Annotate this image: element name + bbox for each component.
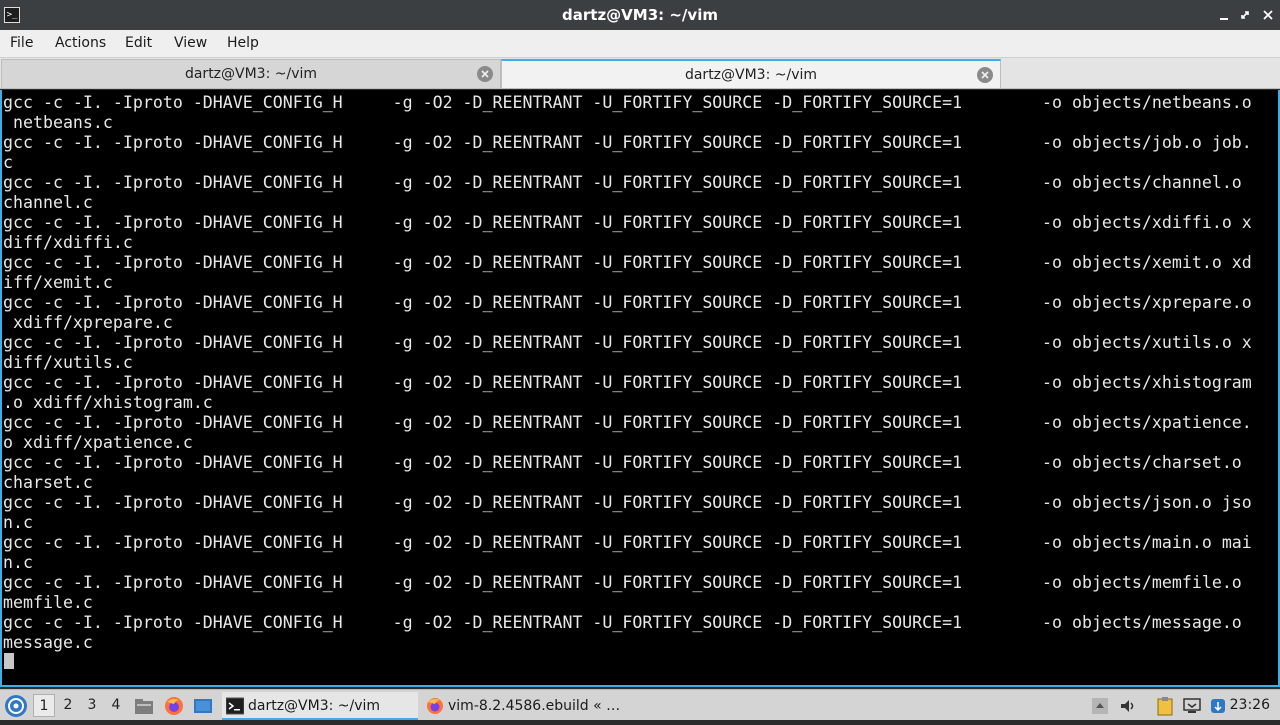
terminal-line: .o xdiff/xhistogram.c bbox=[3, 393, 213, 412]
terminal-line: gcc -c -I. -Iproto -DHAVE_CONFIG_H -g -O… bbox=[3, 213, 1252, 232]
menu-bar: File Actions Edit View Help bbox=[0, 30, 1280, 58]
task-terminal[interactable]: dartz@VM3: ~/vim bbox=[222, 692, 418, 720]
terminal-line: netbeans.c bbox=[3, 113, 113, 132]
terminal-line: iff/xemit.c bbox=[3, 273, 113, 292]
minimize-button[interactable] bbox=[1216, 6, 1232, 24]
clock[interactable]: 23:26 bbox=[1230, 690, 1270, 721]
terminal-line: gcc -c -I. -Iproto -DHAVE_CONFIG_H -g -O… bbox=[3, 533, 1252, 552]
clipboard-icon bbox=[1157, 697, 1173, 716]
tab-terminal-2[interactable]: dartz@VM3: ~/vim bbox=[501, 59, 1001, 88]
workspace-1[interactable]: 1 bbox=[33, 694, 55, 717]
folder-icon bbox=[135, 699, 153, 714]
terminal-line: gcc -c -I. -Iproto -DHAVE_CONFIG_H -g -O… bbox=[3, 93, 1252, 112]
tray-network[interactable] bbox=[1182, 696, 1202, 716]
tab-close-button[interactable] bbox=[977, 67, 993, 83]
close-icon bbox=[981, 71, 989, 79]
start-menu-button[interactable] bbox=[5, 695, 27, 717]
terminal-line: memfile.c bbox=[3, 593, 93, 612]
tray-volume[interactable] bbox=[1118, 696, 1138, 716]
window-title: dartz@VM3: ~/vim bbox=[562, 6, 718, 24]
terminal-line: gcc -c -I. -Iproto -DHAVE_CONFIG_H -g -O… bbox=[3, 493, 1252, 512]
terminal-line: diff/xutils.c bbox=[3, 353, 133, 372]
terminal-lines: gcc -c -I. -Iproto -DHAVE_CONFIG_H -g -O… bbox=[3, 93, 1252, 653]
terminal-line: c bbox=[3, 153, 13, 172]
terminal-line: gcc -c -I. -Iproto -DHAVE_CONFIG_H -g -O… bbox=[3, 133, 1252, 152]
menu-help[interactable]: Help bbox=[223, 30, 263, 58]
terminal-line: gcc -c -I. -Iproto -DHAVE_CONFIG_H -g -O… bbox=[3, 413, 1252, 432]
terminal-line: n.c bbox=[3, 513, 33, 532]
file-manager-launcher[interactable] bbox=[134, 696, 154, 716]
desktop-launcher[interactable] bbox=[193, 696, 213, 716]
menu-view[interactable]: View bbox=[170, 30, 211, 58]
terminal-scrollbar[interactable] bbox=[1272, 90, 1278, 685]
terminal-line: gcc -c -I. -Iproto -DHAVE_CONFIG_H -g -O… bbox=[3, 173, 1242, 192]
volume-icon bbox=[1121, 700, 1134, 712]
minimize-icon bbox=[1220, 18, 1228, 20]
tab-terminal-1[interactable]: dartz@VM3: ~/vim bbox=[1, 59, 501, 88]
terminal-line: channel.c bbox=[3, 193, 93, 212]
terminal-line: gcc -c -I. -Iproto -DHAVE_CONFIG_H -g -O… bbox=[3, 373, 1252, 392]
menu-edit[interactable]: Edit bbox=[121, 30, 156, 58]
close-window-button[interactable] bbox=[1260, 6, 1276, 24]
close-icon bbox=[481, 70, 489, 78]
network-icon bbox=[1183, 698, 1201, 713]
terminal-line: message.c bbox=[3, 633, 93, 652]
terminal-line: charset.c bbox=[3, 473, 93, 492]
terminal-output[interactable]: gcc -c -I. -Iproto -DHAVE_CONFIG_H -g -O… bbox=[0, 90, 1280, 687]
task-label: dartz@VM3: ~/vim bbox=[248, 698, 381, 714]
maximize-button[interactable] bbox=[1238, 6, 1254, 24]
tab-bar: dartz@VM3: ~/vim dartz@VM3: ~/vim bbox=[0, 58, 1280, 89]
task-firefox[interactable]: vim-8.2.4586.ebuild « … bbox=[422, 692, 622, 720]
menu-file[interactable]: File bbox=[6, 30, 37, 58]
terminal-line: gcc -c -I. -Iproto -DHAVE_CONFIG_H -g -O… bbox=[3, 253, 1252, 272]
terminal-line: o xdiff/xpatience.c bbox=[3, 433, 193, 452]
firefox-launcher[interactable] bbox=[164, 696, 184, 716]
terminal-line: gcc -c -I. -Iproto -DHAVE_CONFIG_H -g -O… bbox=[3, 573, 1242, 592]
update-icon bbox=[1211, 699, 1225, 713]
text-cursor bbox=[4, 653, 14, 669]
workspace-2[interactable]: 2 bbox=[57, 694, 79, 717]
tab-label: dartz@VM3: ~/vim bbox=[184, 66, 318, 82]
maximize-icon bbox=[1241, 11, 1249, 19]
chevron-up-icon bbox=[1092, 698, 1108, 714]
desktop-icon bbox=[194, 699, 212, 713]
terminal-line: xdiff/xprepare.c bbox=[3, 313, 173, 332]
terminal-line: gcc -c -I. -Iproto -DHAVE_CONFIG_H -g -O… bbox=[3, 453, 1242, 472]
terminal-line: gcc -c -I. -Iproto -DHAVE_CONFIG_H -g -O… bbox=[3, 613, 1242, 632]
taskbar: 1 2 3 4 dartz@VM3: ~/vim vim-8.2.4586.eb… bbox=[0, 689, 1280, 720]
tray-clipboard[interactable] bbox=[1155, 696, 1175, 716]
terminal-line: gcc -c -I. -Iproto -DHAVE_CONFIG_H -g -O… bbox=[3, 293, 1252, 312]
close-icon bbox=[1263, 10, 1273, 20]
tray-updates[interactable] bbox=[1208, 696, 1228, 716]
menu-actions[interactable]: Actions bbox=[51, 30, 110, 58]
terminal-icon bbox=[226, 697, 244, 715]
terminal-line: diff/xdiffi.c bbox=[3, 233, 133, 252]
terminal-line: n.c bbox=[3, 553, 33, 572]
app-menu-icon bbox=[8, 698, 24, 714]
workspace-3[interactable]: 3 bbox=[81, 694, 103, 717]
tray-show-hidden[interactable] bbox=[1090, 696, 1110, 716]
window-titlebar[interactable]: >_ dartz@VM3: ~/vim bbox=[0, 0, 1280, 30]
tab-label: dartz@VM3: ~/vim bbox=[684, 67, 818, 83]
task-label: vim-8.2.4586.ebuild « … bbox=[448, 698, 621, 714]
tab-close-button[interactable] bbox=[477, 66, 493, 82]
terminal-line: gcc -c -I. -Iproto -DHAVE_CONFIG_H -g -O… bbox=[3, 333, 1252, 352]
firefox-icon bbox=[427, 698, 443, 714]
workspace-4[interactable]: 4 bbox=[105, 694, 127, 717]
firefox-icon bbox=[165, 697, 183, 715]
